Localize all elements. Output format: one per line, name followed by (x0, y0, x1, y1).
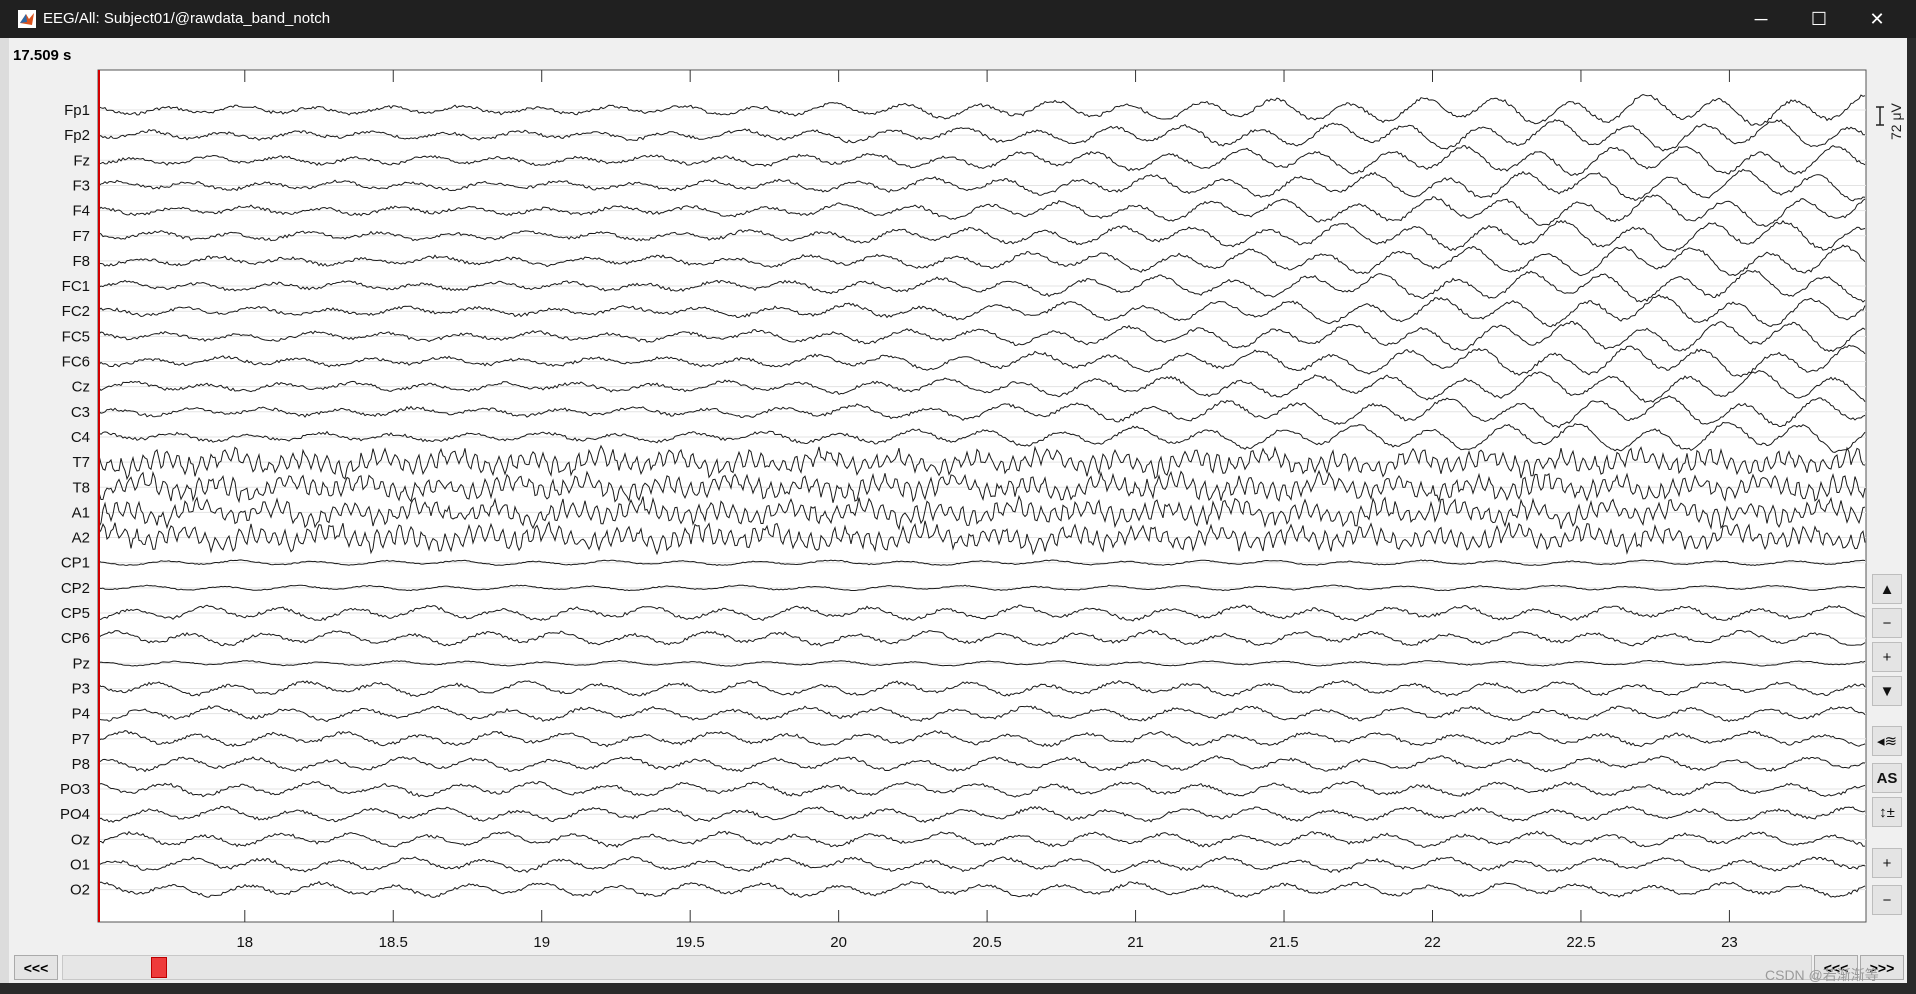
channel-label-t8: T8 (72, 479, 90, 496)
x-tick-label: 18.5 (379, 934, 408, 951)
channel-label-c3: C3 (71, 404, 90, 421)
channel-label-cp1: CP1 (61, 555, 90, 572)
channel-label-a1: A1 (72, 504, 90, 521)
channel-label-o2: O2 (70, 882, 90, 899)
channel-label-c4: C4 (71, 429, 90, 446)
scale-bar-label: 72 μV (1888, 102, 1904, 140)
x-tick-label: 20 (830, 934, 847, 951)
channel-label-f4: F4 (72, 203, 90, 220)
gain-decrease-button[interactable]: − (1872, 885, 1902, 915)
x-tick-label: 20.5 (973, 934, 1002, 951)
time-scrollbar[interactable] (62, 955, 1812, 980)
prev-page-button[interactable]: <<< (14, 955, 58, 980)
channel-labels: Fp1 Fp2 Fz F3 F4 F7 F8 FC1 FC2 FC5 FC6 Cz C3 C4 T7 T8 A1… (60, 102, 90, 899)
zoom-out-button[interactable]: − (1872, 608, 1902, 638)
scroll-down-button[interactable]: ▼ (1872, 676, 1902, 706)
channel-label-fp1: Fp1 (64, 102, 90, 119)
scale-bar: 72 μV (1876, 102, 1904, 140)
channel-label-fc6: FC6 (62, 354, 90, 371)
x-tick-label: 23 (1721, 934, 1738, 951)
toggle-display-button[interactable]: ◂≋ (1872, 726, 1902, 756)
channel-label-t7: T7 (72, 454, 90, 471)
channel-label-cp5: CP5 (61, 605, 90, 622)
zoom-in-icon: + (1882, 648, 1892, 666)
triangle-down-icon: ▼ (1879, 682, 1895, 700)
channel-label-f7: F7 (72, 228, 90, 245)
minus-icon: − (1882, 891, 1892, 909)
channel-label-p4: P4 (72, 706, 90, 723)
channel-label-oz: Oz (71, 831, 90, 848)
channel-label-cz: Cz (72, 379, 90, 396)
gain-increase-button[interactable]: + (1872, 848, 1902, 878)
bottom-strip (0, 983, 1916, 994)
autoscale-button[interactable]: AS (1872, 763, 1902, 793)
channel-label-f3: F3 (72, 177, 90, 194)
x-tick-label: 19.5 (676, 934, 705, 951)
channel-label-fz: Fz (73, 152, 90, 169)
x-tick-label: 22 (1424, 934, 1441, 951)
channel-label-fc2: FC2 (62, 303, 90, 320)
arrows-updown-icon: ↕± (1879, 803, 1895, 821)
scrollbar-thumb[interactable] (150, 957, 167, 978)
button-label: AS (1876, 769, 1898, 787)
plus-icon: + (1882, 854, 1892, 872)
x-tick-label: 19 (533, 934, 550, 951)
x-tick-label: 21 (1127, 934, 1144, 951)
x-tick-label: 22.5 (1566, 934, 1595, 951)
zoom-out-icon: − (1882, 614, 1892, 632)
channel-label-fc1: FC1 (62, 278, 90, 295)
triangle-up-icon: ▲ (1879, 580, 1895, 598)
channel-label-f8: F8 (72, 253, 90, 270)
scroll-up-button[interactable]: ▲ (1872, 574, 1902, 604)
channel-label-fc5: FC5 (62, 328, 90, 345)
montage-button[interactable]: ↕± (1872, 797, 1902, 827)
channel-label-po4: PO4 (60, 806, 90, 823)
x-tick-label: 21.5 (1269, 934, 1298, 951)
watermark: CSDN @若渐渐等 (1765, 967, 1879, 983)
channel-label-p7: P7 (72, 731, 90, 748)
zoom-in-button[interactable]: + (1872, 642, 1902, 672)
channel-label-fp2: Fp2 (64, 127, 90, 144)
channel-label-p3: P3 (72, 680, 90, 697)
channel-label-pz: Pz (72, 655, 90, 672)
x-tick-label: 18 (236, 934, 253, 951)
channel-label-cp2: CP2 (61, 580, 90, 597)
channel-label-po3: PO3 (60, 781, 90, 798)
channel-label-o1: O1 (70, 857, 90, 874)
wave-icon: ◂≋ (1876, 733, 1898, 750)
channel-label-p8: P8 (72, 756, 90, 773)
channel-label-a2: A2 (72, 530, 90, 547)
channel-label-cp6: CP6 (61, 630, 90, 647)
eeg-plot[interactable]: Fp1 Fp2 Fz F3 F4 F7 F8 FC1 FC2 FC5 FC6 Cz C3 C4 T7 T8 A1… (0, 0, 1916, 994)
